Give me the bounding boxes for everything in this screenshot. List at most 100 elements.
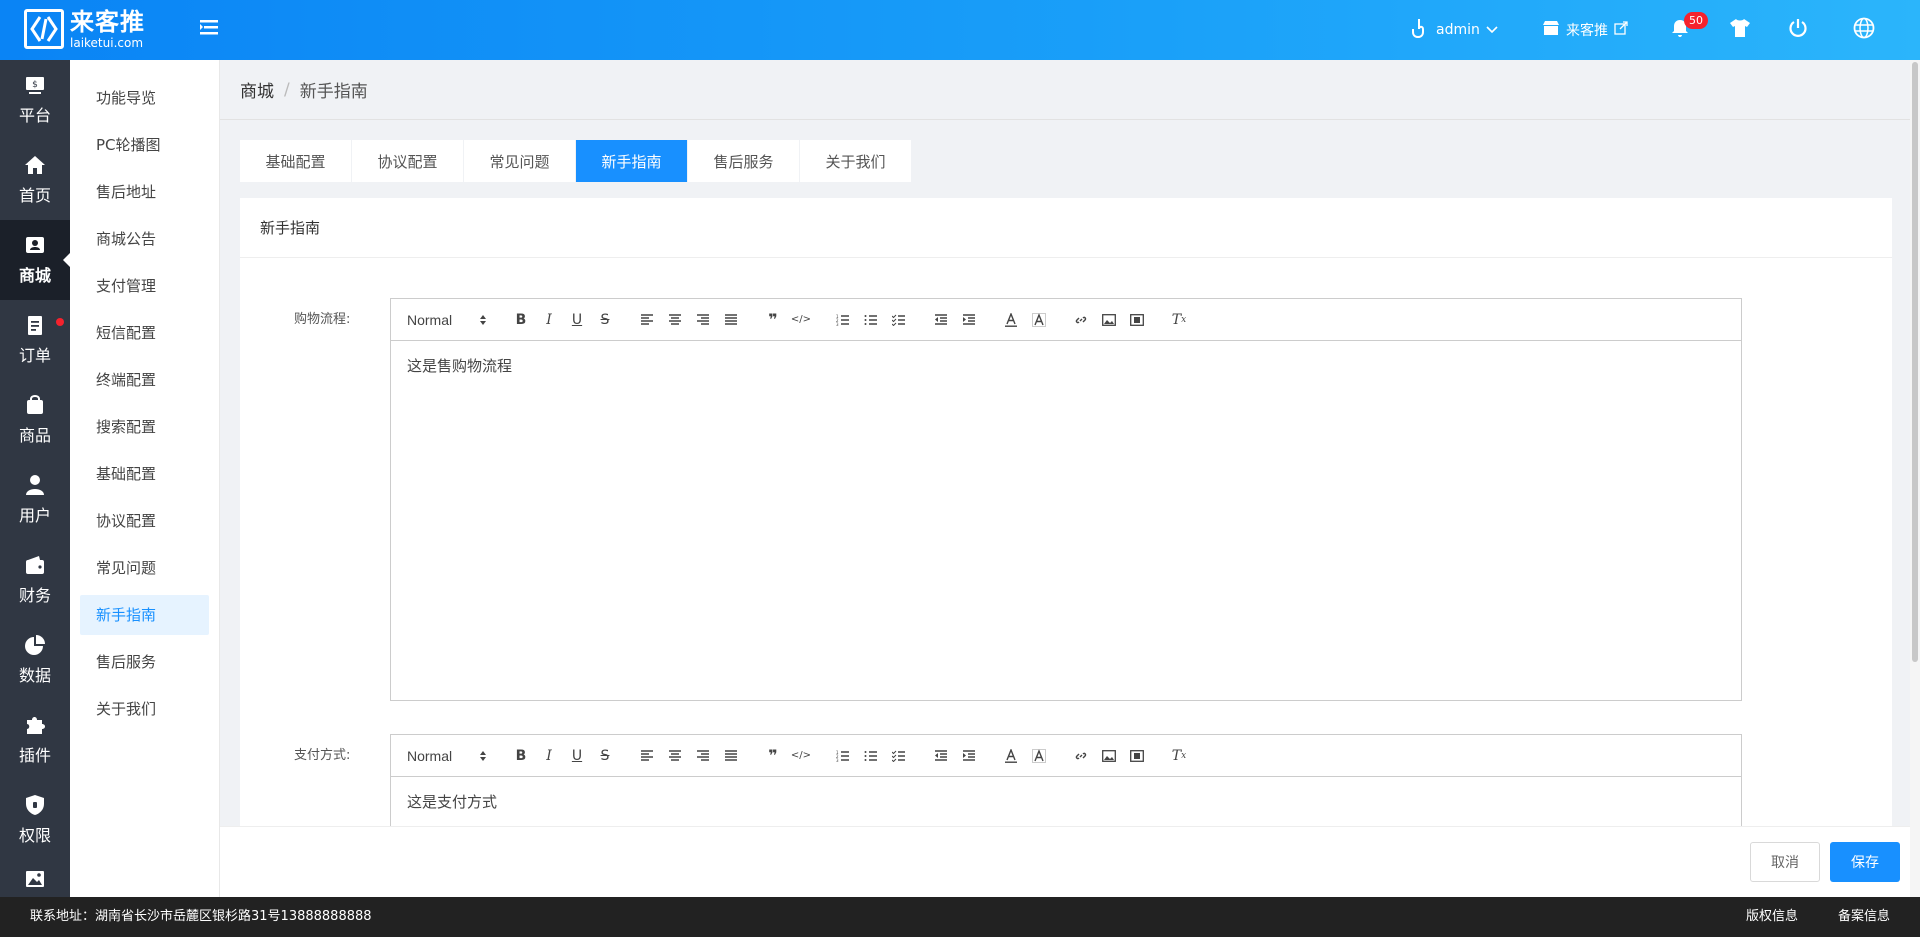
sort-arrows-icon [480,750,486,761]
user-menu[interactable]: admin [1412,0,1498,60]
notification-bell[interactable]: 50 [1670,0,1708,60]
text-color-icon[interactable] [997,308,1025,332]
indent-icon[interactable] [955,308,983,332]
align-right-icon[interactable] [689,308,717,332]
theme-button[interactable] [1729,0,1751,60]
brand-logo[interactable]: 来客推 laiketui.com [24,9,145,49]
page-scrollbar[interactable] [1910,60,1920,897]
subnav-item-announcement[interactable]: 商城公告 [80,219,209,259]
nav-finance[interactable]: 财务 [0,540,70,620]
tab-agreement[interactable]: 协议配置 [352,140,463,182]
underline-icon[interactable]: U [563,308,591,332]
tab-basic[interactable]: 基础配置 [240,140,351,182]
format-select[interactable]: Normal [407,308,493,332]
background-color-icon[interactable] [1025,744,1053,768]
image-insert-icon[interactable] [1095,744,1123,768]
checklist-icon[interactable] [885,308,913,332]
code-icon[interactable]: </> [787,308,815,332]
nav-mall[interactable]: 商城 [0,220,71,300]
sub-nav: 功能导览 PC轮播图 售后地址 商城公告 支付管理 短信配置 终端配置 搜索配置… [70,60,220,897]
subnav-item-aftersale-service[interactable]: 售后服务 [80,642,209,682]
nav-label: 财务 [18,586,51,605]
outdent-icon[interactable] [927,308,955,332]
outdent-icon[interactable] [927,744,955,768]
record-link[interactable]: 备案信息 [1838,897,1890,937]
subnav-item-payment[interactable]: 支付管理 [80,266,209,306]
breadcrumb-root[interactable]: 商城 [240,77,274,102]
link-icon[interactable] [1067,308,1095,332]
tab-about[interactable]: 关于我们 [800,140,911,182]
video-icon[interactable] [1123,744,1151,768]
scrollbar-thumb[interactable] [1912,62,1918,662]
subnav-item-terminal[interactable]: 终端配置 [80,360,209,400]
ordered-list-icon[interactable]: 123 [829,744,857,768]
format-select[interactable]: Normal [407,744,493,768]
tab-guide[interactable]: 新手指南 [576,140,687,182]
strikethrough-icon[interactable]: S [591,308,619,332]
quote-icon[interactable]: ❞ [759,744,787,768]
language-button[interactable] [1853,0,1875,60]
align-left-icon[interactable] [633,308,661,332]
subnav-item-overview[interactable]: 功能导览 [80,78,209,118]
editor-content[interactable]: 这是支付方式 [391,777,1741,826]
nav-home[interactable]: 首页 [0,140,70,220]
align-center-icon[interactable] [661,308,689,332]
editor-toolbar: Normal B I U S ❞ </> 123 T x [391,735,1741,777]
align-justify-icon[interactable] [717,744,745,768]
italic-icon[interactable]: I [535,744,563,768]
nav-permission[interactable]: 权限 [0,780,70,860]
image-insert-icon[interactable] [1095,308,1123,332]
nav-platform[interactable]: $ 平台 [0,60,70,140]
align-center-icon[interactable] [661,744,689,768]
shield-icon [26,795,44,815]
bullet-list-icon[interactable] [857,744,885,768]
nav-data[interactable]: 数据 [0,620,70,700]
logout-button[interactable] [1788,0,1808,60]
subnav-item-search[interactable]: 搜索配置 [80,407,209,447]
align-right-icon[interactable] [689,744,717,768]
bullet-list-icon[interactable] [857,308,885,332]
nav-user[interactable]: 用户 [0,460,70,540]
ordered-list-icon[interactable]: 123 [829,308,857,332]
align-left-icon[interactable] [633,744,661,768]
subnav-item-aftersale-address[interactable]: 售后地址 [80,172,209,212]
card-title: 新手指南 [240,198,1892,258]
tab-aftersale[interactable]: 售后服务 [688,140,799,182]
strikethrough-icon[interactable]: S [591,744,619,768]
bold-icon[interactable]: B [507,308,535,332]
nav-order[interactable]: 订单 [0,300,70,380]
nav-goods[interactable]: 商品 [0,380,70,460]
editor-content[interactable]: 这是售购物流程 [391,341,1741,390]
subnav-item-faq[interactable]: 常见问题 [80,548,209,588]
link-icon[interactable] [1067,744,1095,768]
subnav-item-sms[interactable]: 短信配置 [80,313,209,353]
format-value: Normal [407,311,453,328]
save-button[interactable]: 保存 [1830,842,1900,882]
bold-icon[interactable]: B [507,744,535,768]
subnav-item-guide[interactable]: 新手指南 [80,595,209,635]
code-icon[interactable]: </> [787,744,815,768]
clear-format-icon[interactable]: Tx [1165,308,1193,332]
checklist-icon[interactable] [885,744,913,768]
store-link[interactable]: 来客推 [1542,0,1628,60]
background-color-icon[interactable] [1025,308,1053,332]
indent-icon[interactable] [955,744,983,768]
subnav-item-agreement[interactable]: 协议配置 [80,501,209,541]
text-color-icon[interactable] [997,744,1025,768]
cancel-button[interactable]: 取消 [1750,842,1820,882]
quote-icon[interactable]: ❞ [759,308,787,332]
nav-plugin[interactable]: 插件 [0,700,70,780]
sort-arrows-icon [480,314,486,325]
underline-icon[interactable]: U [563,744,591,768]
nav-media[interactable] [0,860,70,897]
italic-icon[interactable]: I [535,308,563,332]
tab-faq[interactable]: 常见问题 [464,140,575,182]
menu-toggle-icon[interactable] [198,16,220,38]
subnav-item-about[interactable]: 关于我们 [80,689,209,729]
subnav-item-pc-carousel[interactable]: PC轮播图 [80,125,209,165]
align-justify-icon[interactable] [717,308,745,332]
video-icon[interactable] [1123,308,1151,332]
subnav-item-basic[interactable]: 基础配置 [80,454,209,494]
clear-format-icon[interactable]: Tx [1165,744,1193,768]
copyright-link[interactable]: 版权信息 [1746,897,1798,937]
